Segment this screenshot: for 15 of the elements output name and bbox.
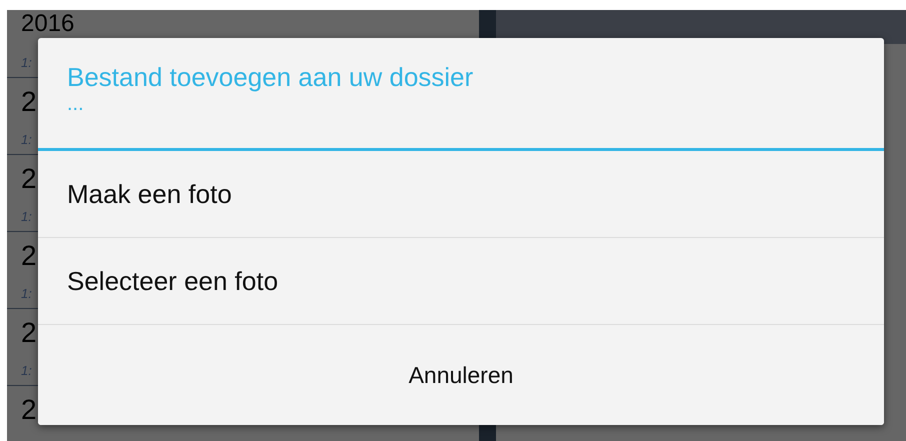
- cancel-button[interactable]: Annuleren: [38, 325, 884, 425]
- list-item-date: 1:: [21, 132, 32, 147]
- list-item-year: 2016: [21, 11, 74, 37]
- dialog-title: Bestand toevoegen aan uw dossier: [67, 61, 474, 94]
- list-item-date: 1:: [21, 286, 32, 301]
- dialog-subtitle: ...: [67, 96, 84, 112]
- list-item-date: 1:: [21, 363, 32, 378]
- list-item-date: 1:: [21, 209, 32, 224]
- list-item-year: 2: [21, 86, 37, 118]
- list-item-year: 2: [21, 317, 37, 349]
- list-item-year: 2: [21, 163, 37, 195]
- dialog-option[interactable]: Maak een foto: [38, 151, 884, 238]
- list-item-year: 2: [21, 240, 37, 272]
- list-item-date: 1:: [21, 55, 32, 70]
- list-item-year: 2: [21, 394, 37, 426]
